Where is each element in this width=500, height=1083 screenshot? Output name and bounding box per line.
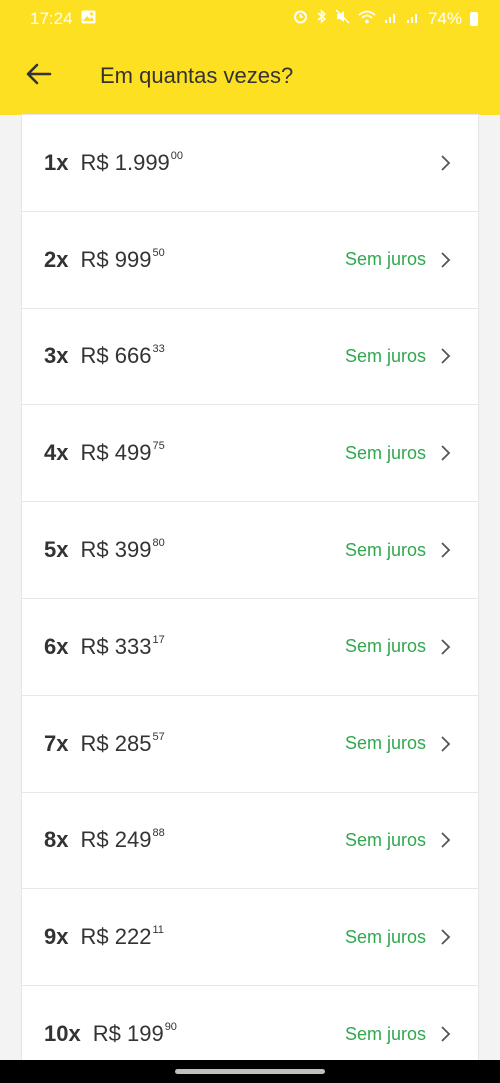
price-cents: 57 — [152, 730, 165, 743]
gallery-icon — [81, 9, 96, 29]
installment-qty: 8x — [44, 827, 69, 853]
interest-badge: Sem juros — [344, 926, 426, 947]
interest-badge: Sem juros — [344, 1023, 426, 1044]
installment-row[interactable]: 5x R$ 399 80 Sem juros — [22, 502, 478, 599]
installment-row[interactable]: 6x R$ 333 17 Sem juros — [22, 599, 478, 696]
currency-symbol: R$ — [80, 633, 109, 659]
wifi-icon — [358, 9, 376, 29]
interest-badge: Sem juros — [344, 249, 426, 270]
installment-price: R$ 999 50 — [80, 247, 164, 273]
currency-symbol: R$ — [80, 246, 109, 272]
installment-qty: 10x — [44, 1021, 81, 1047]
installment-price: R$ 1.999 00 — [80, 150, 183, 176]
price-amount: 666 — [114, 343, 152, 369]
installment-row[interactable]: 1x R$ 1.999 00 — [22, 115, 478, 212]
installment-list: 1x R$ 1.999 00 2x R$ 999 50 Sem juros 3x R… — [22, 115, 478, 1060]
installment-qty: 9x — [44, 924, 69, 950]
price-amount: 999 — [114, 246, 152, 272]
interest-badge: Sem juros — [344, 442, 426, 463]
alarm-icon — [293, 9, 308, 29]
chevron-right-icon — [440, 154, 452, 172]
status-time: 17:24 — [30, 8, 73, 28]
chevron-right-icon — [440, 831, 452, 849]
installment-qty: 6x — [44, 633, 69, 659]
installment-price: R$ 199 90 — [93, 1021, 177, 1047]
installment-qty: 3x — [44, 343, 69, 369]
bluetooth-icon — [316, 8, 327, 29]
chevron-right-icon — [440, 347, 452, 365]
interest-badge: Sem juros — [344, 829, 426, 850]
chevron-right-icon — [440, 638, 452, 656]
currency-symbol: R$ — [80, 537, 109, 563]
installment-price: R$ 222 11 — [80, 924, 163, 950]
price-cents: 75 — [152, 440, 165, 453]
page-title: Em quantas vezes? — [100, 63, 294, 88]
price-cents: 11 — [152, 924, 164, 937]
price-cents: 80 — [152, 537, 165, 550]
status-right: 74% — [293, 9, 478, 29]
signal-icon — [406, 9, 420, 29]
price-cents: 90 — [164, 1021, 177, 1034]
price-cents: 17 — [152, 633, 165, 646]
installment-row[interactable]: 7x R$ 285 57 Sem juros — [22, 696, 478, 793]
installment-row[interactable]: 3x R$ 666 33 Sem juros — [22, 309, 478, 406]
interest-badge: Sem juros — [344, 539, 426, 560]
chevron-right-icon — [440, 444, 452, 462]
interest-badge: Sem juros — [344, 733, 426, 754]
currency-symbol: R$ — [80, 149, 109, 175]
chevron-right-icon — [440, 251, 452, 269]
interest-badge: Sem juros — [344, 636, 426, 657]
installment-price: R$ 333 17 — [80, 634, 164, 660]
installment-price: R$ 249 88 — [80, 827, 164, 853]
interest-badge: Sem juros — [344, 345, 426, 366]
currency-symbol: R$ — [80, 343, 109, 369]
installment-price: R$ 399 80 — [80, 537, 164, 563]
price-amount: 333 — [114, 633, 152, 659]
system-nav-bar — [0, 1060, 500, 1083]
price-amount: 199 — [126, 1021, 164, 1047]
currency-symbol: R$ — [80, 440, 109, 466]
installment-row[interactable]: 2x R$ 999 50 Sem juros — [22, 212, 478, 309]
installment-qty: 5x — [44, 537, 69, 563]
installment-price: R$ 499 75 — [80, 440, 164, 466]
installment-row[interactable]: 10x R$ 199 90 Sem juros — [22, 986, 478, 1060]
price-cents: 50 — [152, 246, 165, 259]
chevron-right-icon — [440, 928, 452, 946]
home-gesture-pill[interactable] — [175, 1069, 325, 1074]
price-cents: 33 — [152, 343, 165, 356]
installment-price: R$ 666 33 — [80, 343, 164, 369]
currency-symbol: R$ — [80, 730, 109, 756]
app-bar: Em quantas vezes? — [0, 37, 500, 115]
price-amount: 285 — [114, 730, 152, 756]
chevron-right-icon — [440, 1025, 452, 1043]
price-amount: 249 — [114, 827, 152, 853]
price-amount: 222 — [114, 924, 152, 950]
installment-qty: 7x — [44, 730, 69, 756]
price-cents: 88 — [152, 827, 165, 840]
mute-icon — [335, 8, 350, 29]
installment-qty: 2x — [44, 246, 69, 272]
installment-qty: 4x — [44, 440, 69, 466]
currency-symbol: R$ — [92, 1021, 121, 1047]
status-bar: 17:24 74% — [0, 0, 500, 37]
price-cents: 00 — [170, 149, 184, 162]
chevron-right-icon — [440, 735, 452, 753]
battery-level: 74% — [427, 8, 462, 28]
arrow-left-icon — [26, 63, 52, 90]
price-amount: 1.999 — [114, 149, 170, 175]
back-button[interactable] — [0, 37, 78, 115]
installment-row[interactable]: 8x R$ 249 88 Sem juros — [22, 793, 478, 890]
installment-row[interactable]: 9x R$ 222 11 Sem juros — [22, 889, 478, 987]
currency-symbol: R$ — [80, 827, 109, 853]
currency-symbol: R$ — [80, 924, 109, 950]
chevron-right-icon — [440, 541, 452, 559]
price-amount: 499 — [114, 440, 152, 466]
installment-row[interactable]: 4x R$ 499 75 Sem juros — [22, 405, 478, 503]
signal-icon — [384, 9, 398, 29]
installment-qty: 1x — [44, 149, 69, 175]
price-amount: 399 — [114, 537, 152, 563]
status-left: 17:24 — [30, 9, 96, 29]
installment-price: R$ 285 57 — [80, 731, 164, 757]
battery-icon — [470, 11, 478, 26]
